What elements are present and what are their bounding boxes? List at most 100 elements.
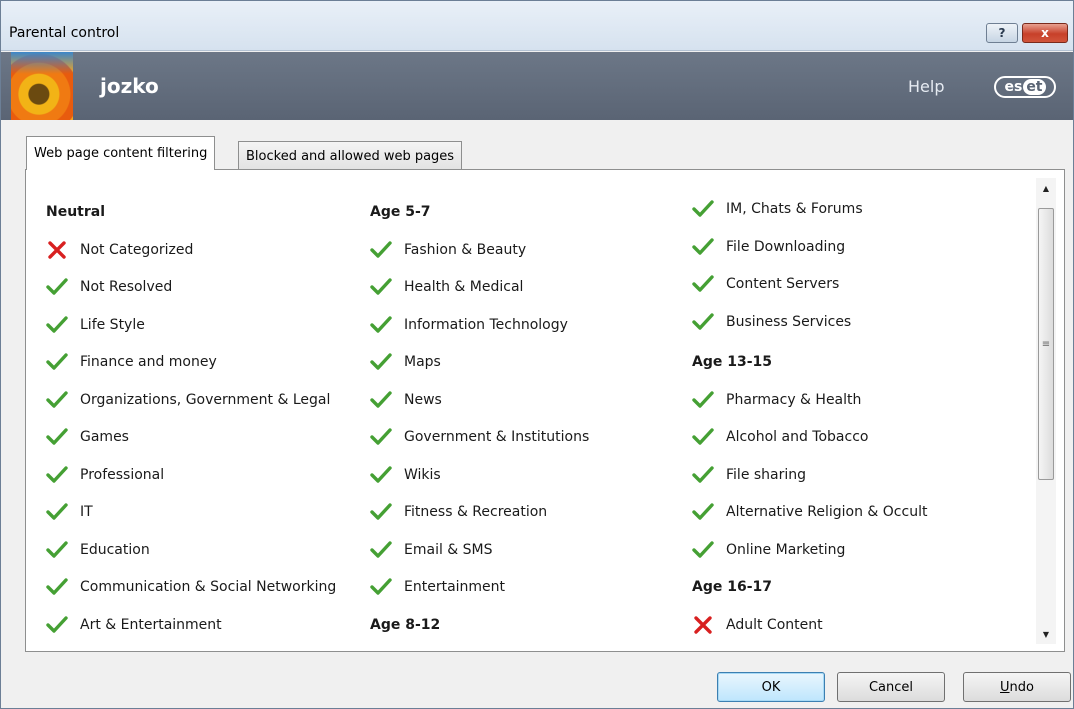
allowed-check-icon[interactable] xyxy=(46,464,68,486)
allowed-check-icon[interactable] xyxy=(370,464,392,486)
category-item[interactable]: Alternative Religion & Occult xyxy=(692,500,927,524)
blocked-x-icon[interactable] xyxy=(46,239,68,261)
tab-blocked-and-allowed-web-pages[interactable]: Blocked and allowed web pages xyxy=(238,141,463,170)
category-item[interactable]: Fitness & Recreation xyxy=(370,500,547,524)
allowed-check-icon[interactable] xyxy=(46,426,68,448)
category-label: Finance and money xyxy=(80,354,217,370)
category-item[interactable]: Content Servers xyxy=(692,272,839,296)
scroll-down-button[interactable]: ▼ xyxy=(1036,624,1056,644)
allowed-check-icon[interactable] xyxy=(370,314,392,336)
category-item[interactable]: Fashion & Beauty xyxy=(370,238,526,262)
allowed-check-icon[interactable] xyxy=(370,539,392,561)
category-item[interactable]: Pharmacy & Health xyxy=(692,388,861,412)
category-label: File Downloading xyxy=(726,238,846,255)
allowed-check-icon[interactable] xyxy=(370,389,392,411)
category-item[interactable]: Online Marketing xyxy=(692,538,845,562)
question-icon: ? xyxy=(998,26,1006,40)
allowed-check-icon[interactable] xyxy=(46,389,68,411)
category-group-heading: Age 8-12 xyxy=(370,616,441,633)
category-item[interactable]: Organizations, Government & Legal xyxy=(46,388,330,412)
category-label: Wikis xyxy=(404,466,441,483)
category-item[interactable]: News xyxy=(370,388,442,412)
allowed-check-icon[interactable] xyxy=(370,501,392,523)
allowed-check-icon[interactable] xyxy=(46,576,68,598)
allowed-check-icon[interactable] xyxy=(46,351,68,373)
allowed-check-icon[interactable] xyxy=(370,426,392,448)
allowed-check-icon[interactable] xyxy=(370,239,392,261)
category-item[interactable]: Business Services xyxy=(692,310,851,334)
category-label: Alcohol and Tobacco xyxy=(726,429,869,445)
allowed-check-icon[interactable] xyxy=(46,314,68,336)
blocked-x-icon[interactable] xyxy=(692,614,714,636)
ok-button[interactable]: OK xyxy=(717,672,825,702)
allowed-check-icon[interactable] xyxy=(692,539,714,561)
category-item[interactable]: Communication & Social Networking xyxy=(46,575,336,599)
category-item[interactable]: Not Categorized xyxy=(46,238,193,262)
undo-button-label: ndo xyxy=(1009,679,1034,695)
category-item[interactable]: Games xyxy=(46,425,129,449)
allowed-check-icon[interactable] xyxy=(370,276,392,298)
category-group-heading: Age 5-7 xyxy=(370,204,431,220)
category-label: IT xyxy=(80,504,93,520)
scrollbar-thumb[interactable]: ≡ xyxy=(1038,208,1054,480)
scroll-up-button[interactable]: ▲ xyxy=(1036,178,1056,198)
category-label: Fitness & Recreation xyxy=(404,504,548,520)
vertical-scrollbar[interactable]: ▲ ≡ ▼ xyxy=(1036,178,1056,644)
category-label: Government & Institutions xyxy=(404,429,590,445)
allowed-check-icon[interactable] xyxy=(692,311,714,333)
allowed-check-icon[interactable] xyxy=(46,614,68,636)
category-item[interactable]: Wikis xyxy=(370,463,441,487)
allowed-check-icon[interactable] xyxy=(692,426,714,448)
category-item[interactable]: File sharing xyxy=(692,463,806,487)
eset-logo: es et xyxy=(994,76,1056,98)
close-window-button[interactable]: x xyxy=(1022,23,1068,43)
allowed-check-icon[interactable] xyxy=(370,576,392,598)
category-item[interactable]: Information Technology xyxy=(370,313,568,337)
allowed-check-icon[interactable] xyxy=(692,198,714,220)
category-item[interactable]: Government & Institutions xyxy=(370,425,589,449)
allowed-check-icon[interactable] xyxy=(692,389,714,411)
category-item[interactable]: Entertainment xyxy=(370,575,505,599)
category-item[interactable]: File Downloading xyxy=(692,235,845,259)
allowed-check-icon[interactable] xyxy=(46,539,68,561)
allowed-check-icon[interactable] xyxy=(692,501,714,523)
undo-button[interactable]: Undo xyxy=(963,672,1071,702)
allowed-check-icon[interactable] xyxy=(692,273,714,295)
allowed-check-icon[interactable] xyxy=(692,464,714,486)
allowed-check-icon[interactable] xyxy=(370,351,392,373)
tab-label: Blocked and allowed web pages xyxy=(246,148,455,164)
allowed-check-icon[interactable] xyxy=(46,501,68,523)
category-label: Communication & Social Networking xyxy=(80,579,337,595)
category-item[interactable]: Adult Content xyxy=(692,613,823,637)
category-item[interactable]: Maps xyxy=(370,350,441,374)
parental-control-window: Parental control ? x jozko Help es et Web… xyxy=(0,0,1074,709)
cancel-button[interactable]: Cancel xyxy=(837,672,945,702)
category-item[interactable]: Life Style xyxy=(46,313,145,337)
category-label: IM, Chats & Forums xyxy=(726,201,863,217)
category-item[interactable]: Not Resolved xyxy=(46,275,172,299)
category-label: Business Services xyxy=(726,313,852,330)
category-item[interactable]: IM, Chats & Forums xyxy=(692,197,863,221)
category-group-heading: Age 13-15 xyxy=(692,354,773,370)
category-item[interactable]: Professional xyxy=(46,463,164,487)
close-icon: x xyxy=(1041,26,1049,40)
category-item[interactable]: Alcohol and Tobacco xyxy=(692,425,868,449)
category-group-heading: Neutral xyxy=(46,204,106,220)
help-window-button[interactable]: ? xyxy=(986,23,1018,43)
category-item[interactable]: IT xyxy=(46,500,93,524)
allowed-check-icon[interactable] xyxy=(46,276,68,298)
category-label: Organizations, Government & Legal xyxy=(80,391,331,408)
category-item[interactable]: Health & Medical xyxy=(370,275,523,299)
help-link[interactable]: Help xyxy=(908,77,944,96)
tab-web-page-content-filtering[interactable]: Web page content filtering xyxy=(26,136,216,170)
category-label: Pharmacy & Health xyxy=(726,391,862,408)
category-item[interactable]: Education xyxy=(46,538,150,562)
category-label: Professional xyxy=(80,466,165,483)
category-item[interactable]: Art & Entertainment xyxy=(46,613,222,637)
tab-label: Web page content filtering xyxy=(34,146,208,161)
category-item[interactable]: Finance and money xyxy=(46,350,217,374)
content-filtering-panel: Neutral Not Categorized Not Resolved Life S… xyxy=(25,169,1065,652)
allowed-check-icon[interactable] xyxy=(692,236,714,258)
ok-button-label: OK xyxy=(761,679,781,695)
category-item[interactable]: Email & SMS xyxy=(370,538,493,562)
